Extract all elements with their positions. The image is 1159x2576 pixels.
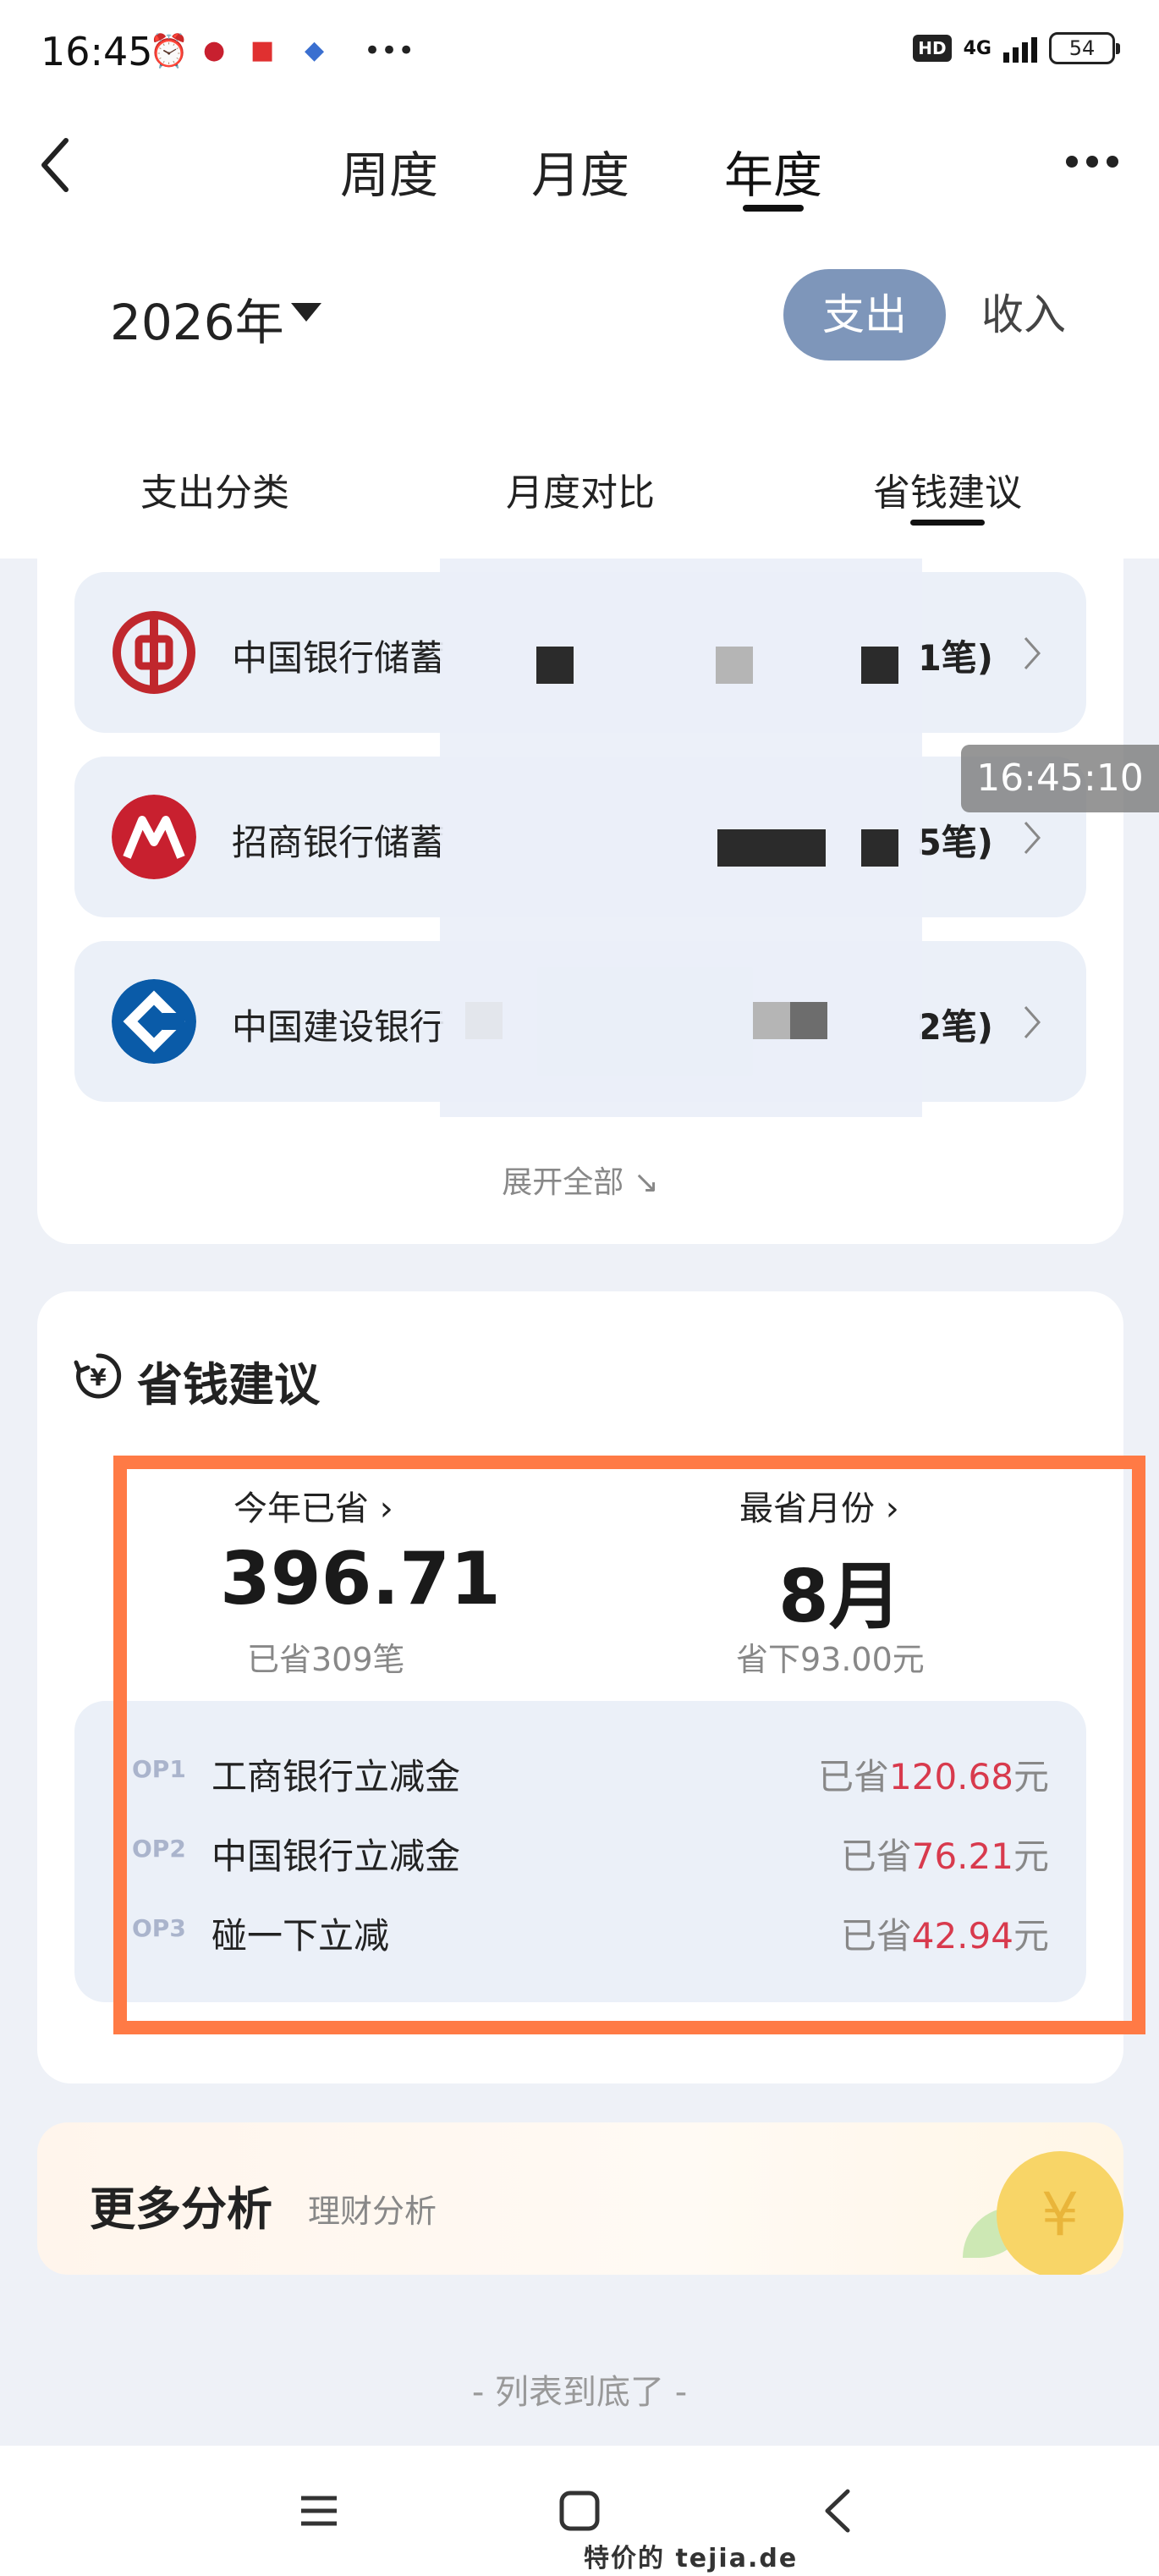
end-of-list: - 列表到底了 - <box>471 2373 688 2412</box>
cmb-logo-icon <box>112 795 196 879</box>
chevron-right-icon <box>1024 1006 1041 1038</box>
redaction-block <box>717 829 826 867</box>
more-analysis-subtitle: 理财分析 <box>308 2193 437 2230</box>
bank-name: 中国银行储蓄 <box>232 637 446 679</box>
back-nav-icon[interactable] <box>809 2481 868 2540</box>
menu-icon[interactable] <box>289 2481 349 2540</box>
bank-count: 1笔) <box>916 637 993 679</box>
expand-all-link[interactable]: 展开全部 ↘ <box>37 1158 1123 1202</box>
redaction-block <box>716 647 753 684</box>
hd-icon: HD <box>913 35 952 62</box>
subtab-underline <box>910 520 985 526</box>
chevron-right-icon <box>1024 822 1041 854</box>
coin-icon: ¥ <box>997 2151 1123 2275</box>
more-options-icon[interactable] <box>1066 156 1118 168</box>
alarm-icon: ⏰ <box>149 32 190 69</box>
tab-yearly[interactable]: 年度 <box>724 135 822 206</box>
app-notification-icon: ◆ <box>305 36 325 65</box>
highlight-annotation-box <box>113 1456 1145 2034</box>
svg-text:¥: ¥ <box>90 1363 107 1391</box>
redaction-block <box>753 1002 790 1039</box>
tab-weekly[interactable]: 周度 <box>340 135 438 206</box>
more-analysis-card[interactable]: 更多分析 理财分析 ¥ <box>37 2122 1123 2275</box>
chevron-right-icon <box>1024 637 1041 669</box>
more-notifications-icon: ••• <box>364 34 415 68</box>
redaction-block <box>861 647 898 684</box>
expand-all-label: 展开全部 <box>502 1165 624 1200</box>
caret-down-icon[interactable] <box>291 303 321 322</box>
active-tab-underline <box>743 205 804 212</box>
expense-toggle[interactable]: 支出 <box>783 269 946 361</box>
ccb-logo-icon <box>112 979 196 1064</box>
screenshot-timestamp: 16:45:10 <box>961 745 1159 812</box>
watermark: 特价的 tejia.de <box>584 2544 799 2573</box>
network-type: 4G <box>963 37 991 59</box>
savings-title: 省钱建议 <box>137 1358 320 1412</box>
app-notification-icon: ● <box>203 36 226 65</box>
more-analysis-title: 更多分析 <box>90 2182 272 2236</box>
savings-icon: ¥ <box>74 1353 122 1399</box>
system-nav-bar: 特价的 tejia.de <box>0 2446 1159 2576</box>
redaction-block <box>465 1002 503 1039</box>
income-toggle[interactable]: 收入 <box>981 269 1066 361</box>
status-time: 16:45 <box>41 29 153 74</box>
home-icon[interactable] <box>550 2481 609 2540</box>
subtab-monthly-compare[interactable]: 月度对比 <box>506 462 655 516</box>
bank-name: 中国建设银行 <box>232 1006 446 1048</box>
status-right: HD 4G 54 <box>913 32 1120 64</box>
bank-name: 招商银行储蓄 <box>232 822 446 863</box>
redaction-block <box>536 647 574 684</box>
privacy-blur-overlay <box>440 559 922 1117</box>
bank-count: 5笔) <box>916 822 993 863</box>
boc-logo-icon <box>113 611 195 694</box>
status-bar: 16:45 ⏰ ● ■ ◆ ••• HD 4G 54 <box>0 0 1159 102</box>
subtab-saving-tips[interactable]: 省钱建议 <box>873 462 1022 516</box>
period-tabs: 周度 月度 年度 <box>0 127 1159 220</box>
battery-icon: 54 <box>1049 32 1120 64</box>
signal-icon <box>1003 34 1037 63</box>
redaction-block <box>861 829 898 867</box>
app-notification-icon: ■ <box>250 36 275 65</box>
redaction-block <box>790 1002 827 1039</box>
subtab-expense-category[interactable]: 支出分类 <box>140 462 289 516</box>
tab-monthly[interactable]: 月度 <box>531 135 629 206</box>
year-selector[interactable]: 2026年 <box>110 283 284 354</box>
bank-count: 2笔) <box>916 1006 993 1048</box>
